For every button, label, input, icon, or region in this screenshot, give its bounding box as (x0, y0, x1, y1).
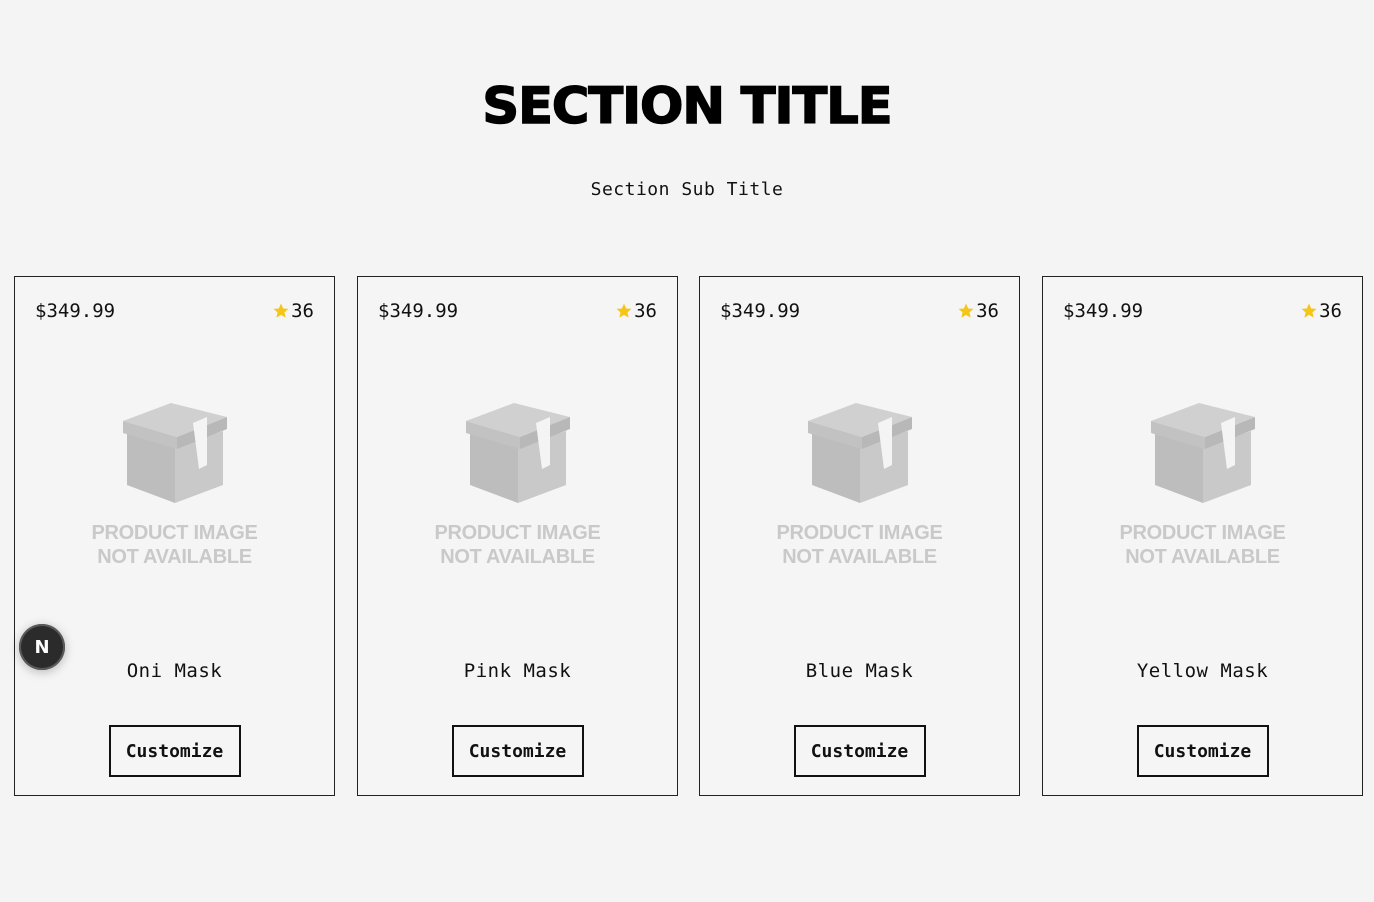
section-title: SECTION TITLE (482, 76, 894, 136)
product-card: $349.99 36 PRODUCT IMAGE NOT AVAILABLE P… (357, 276, 678, 796)
placeholder-text-line2: NOT AVAILABLE (1125, 546, 1280, 568)
product-image-placeholder: PRODUCT IMAGE NOT AVAILABLE (700, 403, 1019, 573)
product-image-placeholder: PRODUCT IMAGE NOT AVAILABLE (1043, 403, 1362, 573)
box-icon (123, 403, 227, 503)
product-grid: $349.99 36 PRODUCT IMAGE NOT AVAILABLE O… (14, 276, 1364, 798)
product-price: $349.99 (1063, 300, 1144, 322)
dev-badge-label: N (34, 636, 50, 658)
rating-count: 36 (634, 300, 657, 322)
customize-button[interactable]: Customize (108, 725, 241, 777)
section-subtitle: Section Sub Title (590, 179, 784, 200)
product-rating: 36 (272, 299, 314, 323)
placeholder-text-line1: PRODUCT IMAGE (434, 522, 601, 544)
placeholder-text-line2: NOT AVAILABLE (782, 546, 937, 568)
product-card: $349.99 36 PRODUCT IMAGE NOT AVAILABLE Y… (1042, 276, 1363, 796)
product-price: $349.99 (35, 300, 116, 322)
product-card: $349.99 36 PRODUCT IMAGE NOT AVAILABLE O… (14, 276, 335, 796)
rating-count: 36 (976, 300, 999, 322)
box-icon (1151, 403, 1255, 503)
star-icon (273, 303, 289, 318)
product-rating: 36 (615, 299, 657, 323)
star-icon (958, 303, 974, 318)
star-icon (1301, 303, 1317, 318)
product-card: $349.99 36 PRODUCT IMAGE NOT AVAILABLE B… (699, 276, 1020, 796)
customize-button[interactable]: Customize (793, 725, 926, 777)
rating-count: 36 (291, 300, 314, 322)
product-price: $349.99 (720, 300, 801, 322)
box-icon (466, 403, 570, 503)
star-icon (616, 303, 632, 318)
product-image-placeholder: PRODUCT IMAGE NOT AVAILABLE (358, 403, 677, 573)
product-name: Blue Mask (805, 660, 914, 682)
customize-button[interactable]: Customize (1136, 725, 1269, 777)
product-rating: 36 (1300, 299, 1342, 323)
product-price: $349.99 (378, 300, 459, 322)
product-name: Oni Mask (126, 660, 223, 682)
customize-button[interactable]: Customize (451, 725, 584, 777)
product-name: Yellow Mask (1136, 660, 1269, 682)
nextjs-dev-badge[interactable]: N (19, 624, 65, 670)
placeholder-text-line2: NOT AVAILABLE (97, 546, 252, 568)
placeholder-text-line1: PRODUCT IMAGE (1119, 522, 1286, 544)
product-image-placeholder: PRODUCT IMAGE NOT AVAILABLE (15, 403, 334, 573)
rating-count: 36 (1319, 300, 1342, 322)
product-rating: 36 (957, 299, 999, 323)
placeholder-text-line1: PRODUCT IMAGE (776, 522, 943, 544)
placeholder-text-line2: NOT AVAILABLE (440, 546, 595, 568)
placeholder-text-line1: PRODUCT IMAGE (91, 522, 258, 544)
product-name: Pink Mask (463, 660, 572, 682)
box-icon (808, 403, 912, 503)
